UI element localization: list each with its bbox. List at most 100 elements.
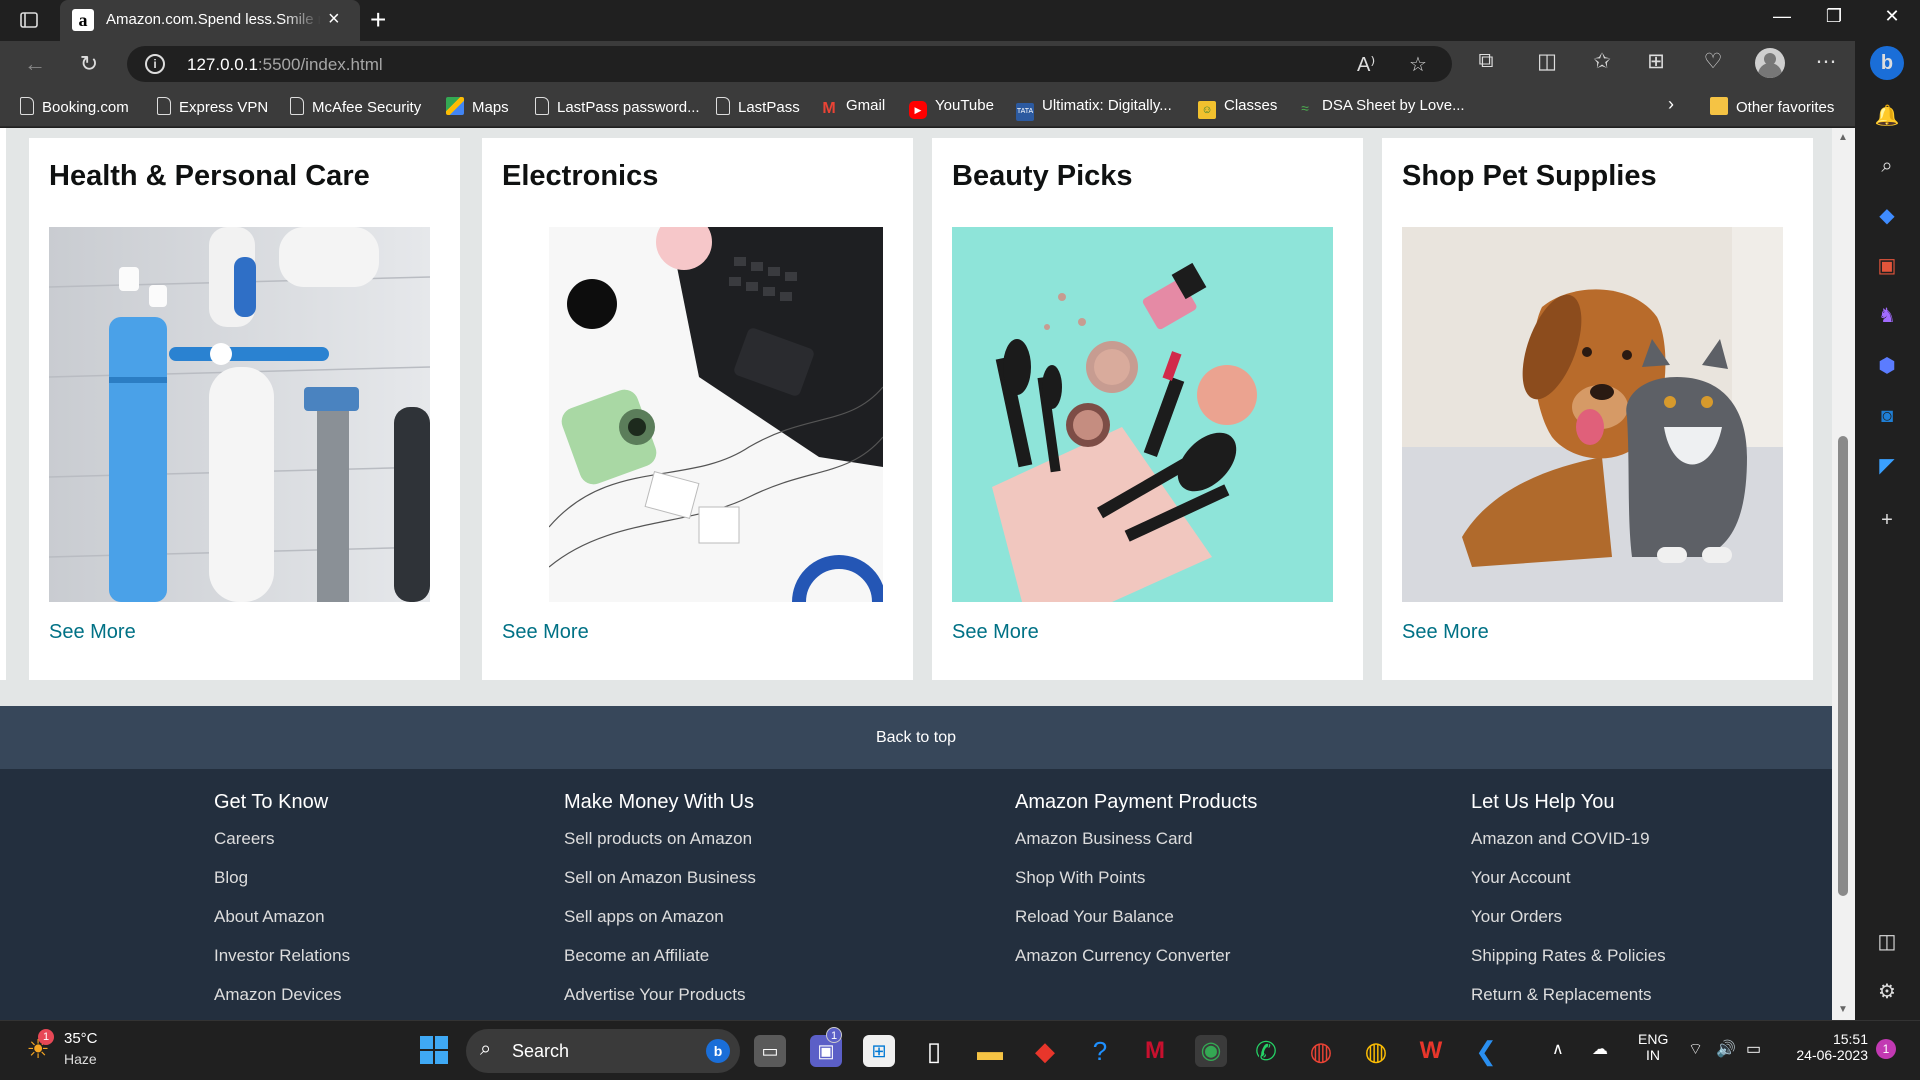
url-text[interactable]: 127.0.0.1:5500/index.html — [187, 55, 383, 75]
footer-link[interactable]: Sell products on Amazon — [564, 829, 756, 868]
wps-office-icon[interactable]: W — [1415, 1035, 1447, 1067]
browser-essentials-icon[interactable]: ♡ — [1697, 49, 1729, 74]
bookmark-classes[interactable]: ☺ Classes — [1198, 97, 1277, 119]
footer-link[interactable]: Careers — [214, 829, 350, 868]
extensions-icon[interactable]: ⧉ — [1470, 49, 1502, 73]
site-info-icon[interactable]: i — [145, 54, 165, 74]
makeup-brushes-image[interactable] — [952, 227, 1333, 602]
taskbar-search[interactable]: ⌕ Search b — [466, 1029, 740, 1073]
restore-button[interactable]: ❐ — [1814, 6, 1854, 27]
weather-description[interactable]: Haze — [64, 1051, 97, 1067]
see-more-link[interactable]: See More — [502, 621, 589, 644]
address-bar[interactable]: i 127.0.0.1:5500/index.html A⁾ ☆ — [127, 46, 1452, 82]
footer-link[interactable]: Your Account — [1471, 868, 1666, 907]
minimize-button[interactable]: — — [1762, 6, 1802, 27]
footer-link[interactable]: Advertise Your Products — [564, 985, 756, 1020]
games-icon[interactable]: ♞ — [1874, 303, 1900, 329]
bookmark-booking[interactable]: Booking.com — [20, 97, 129, 116]
language-indicator[interactable]: ENG IN — [1638, 1031, 1668, 1063]
bookmark-lastpass[interactable]: LastPass — [716, 97, 800, 116]
see-more-link[interactable]: See More — [1402, 621, 1489, 644]
more-menu-icon[interactable]: ⋯ — [1810, 49, 1842, 74]
search-icon[interactable]: ⌕ — [1874, 153, 1900, 179]
mcafee-icon[interactable]: M — [1139, 1035, 1171, 1067]
footer-link[interactable]: Shop With Points — [1015, 868, 1257, 907]
footer-link[interactable]: Return & Replacements — [1471, 985, 1666, 1020]
collections-icon[interactable]: ⊞ — [1640, 49, 1672, 74]
health-products-image[interactable] — [49, 227, 430, 602]
wifi-icon[interactable]: ⌔ — [1688, 1039, 1703, 1059]
battery-icon[interactable]: ▭ — [1746, 1039, 1761, 1059]
refresh-icon[interactable]: ↻ — [74, 50, 104, 78]
volume-icon[interactable]: 🔊 — [1716, 1039, 1736, 1059]
edge-browser-icon[interactable]: ◉ — [1195, 1035, 1227, 1067]
bookmark-dsa-sheet[interactable]: ≈ DSA Sheet by Love... — [1296, 97, 1464, 117]
footer-link[interactable]: Amazon Business Card — [1015, 829, 1257, 868]
notepad-file-icon[interactable]: ▯ — [918, 1035, 950, 1067]
new-tab-button[interactable]: + — [370, 4, 386, 36]
bookmark-maps[interactable]: Maps — [446, 97, 509, 116]
electronics-desk-image[interactable] — [549, 227, 883, 602]
footer-link[interactable]: Reload Your Balance — [1015, 907, 1257, 946]
footer-link[interactable]: Amazon Devices — [214, 985, 350, 1020]
vscode-icon[interactable]: ❮ — [1470, 1035, 1502, 1067]
windows-start-icon[interactable] — [418, 1035, 450, 1067]
see-more-link[interactable]: See More — [952, 621, 1039, 644]
bookmark-lastpass-password[interactable]: LastPass password... — [535, 97, 700, 116]
footer-link[interactable]: Your Orders — [1471, 907, 1666, 946]
footer-link[interactable]: Become an Affiliate — [564, 946, 756, 985]
onedrive-cloud-icon[interactable]: ☁ — [1592, 1039, 1608, 1059]
close-tab-icon[interactable]: × — [328, 8, 340, 31]
sidebar-settings-gear-icon[interactable]: ⚙ — [1874, 979, 1900, 1005]
drop-icon[interactable]: ◤ — [1874, 453, 1900, 479]
scrollbar-thumb[interactable] — [1838, 436, 1848, 896]
microsoft-store-icon[interactable]: ⊞ — [863, 1035, 895, 1067]
favorite-star-icon[interactable]: ☆ — [1409, 52, 1427, 77]
file-explorer-icon[interactable]: ▬ — [974, 1035, 1006, 1067]
help-icon[interactable]: ? — [1084, 1035, 1116, 1067]
tools-briefcase-icon[interactable]: ▣ — [1874, 253, 1900, 279]
read-aloud-icon[interactable]: A⁾ — [1357, 52, 1375, 77]
split-screen-icon[interactable]: ◫ — [1531, 49, 1563, 74]
anydesk-icon[interactable]: ◆ — [1029, 1035, 1061, 1067]
footer-link[interactable]: Investor Relations — [214, 946, 350, 985]
footer-link[interactable]: Sell apps on Amazon — [564, 907, 756, 946]
chrome-icon[interactable]: ◍ — [1305, 1035, 1337, 1067]
add-sidebar-app-icon[interactable]: + — [1874, 507, 1900, 533]
hide-sidebar-icon[interactable]: ◫ — [1874, 929, 1900, 955]
microsoft-365-icon[interactable]: ⬢ — [1874, 353, 1900, 379]
footer-link[interactable]: Amazon Currency Converter — [1015, 946, 1257, 985]
bookmark-ultimatix[interactable]: TATA Ultimatix: Digitally... — [1016, 97, 1172, 121]
tray-overflow-chevron-up-icon[interactable]: ∧ — [1552, 1039, 1564, 1059]
footer-link[interactable]: Sell on Amazon Business — [564, 868, 756, 907]
task-view-icon[interactable]: ▭ — [754, 1035, 786, 1067]
see-more-link[interactable]: See More — [49, 621, 136, 644]
notification-count-badge[interactable]: 1 — [1876, 1039, 1896, 1059]
close-window-button[interactable]: ✕ — [1872, 6, 1912, 27]
footer-link[interactable]: Blog — [214, 868, 350, 907]
chevron-right-icon[interactable]: › — [1668, 94, 1674, 115]
browser-tab-active[interactable]: a Amazon.com.Spend less.Smile more. × — [60, 0, 360, 41]
weather-temperature[interactable]: 35°C — [64, 1030, 98, 1047]
shopping-tag-icon[interactable]: ◆ — [1874, 203, 1900, 229]
tab-actions-icon[interactable] — [18, 9, 40, 31]
favorites-icon[interactable]: ✩ — [1586, 49, 1618, 74]
footer-link[interactable]: Shipping Rates & Policies — [1471, 946, 1666, 985]
footer-link[interactable]: About Amazon — [214, 907, 350, 946]
chrome-profile-icon[interactable]: ◍ — [1360, 1035, 1392, 1067]
notifications-bell-icon[interactable]: 🔔 — [1874, 103, 1900, 129]
page-scrollbar[interactable]: ▲ ▼ — [1832, 128, 1855, 1020]
scroll-down-arrow-icon[interactable]: ▼ — [1838, 1004, 1848, 1015]
clock[interactable]: 15:51 24-06-2023 — [1790, 1031, 1868, 1063]
back-arrow-icon[interactable]: ← — [20, 50, 50, 78]
back-to-top-button[interactable]: Back to top — [0, 706, 1832, 769]
bookmark-express-vpn[interactable]: Express VPN — [157, 97, 268, 116]
other-favorites[interactable]: Other favorites — [1710, 97, 1834, 116]
bing-chat-icon[interactable]: b — [1870, 46, 1904, 80]
outlook-icon[interactable]: ◙ — [1874, 403, 1900, 429]
bookmark-gmail[interactable]: M Gmail — [820, 97, 885, 118]
bookmark-mcafee[interactable]: McAfee Security — [290, 97, 421, 116]
bookmark-youtube[interactable]: ▶ YouTube — [909, 97, 994, 119]
profile-avatar[interactable] — [1755, 48, 1785, 78]
whatsapp-icon[interactable]: ✆ — [1250, 1035, 1282, 1067]
